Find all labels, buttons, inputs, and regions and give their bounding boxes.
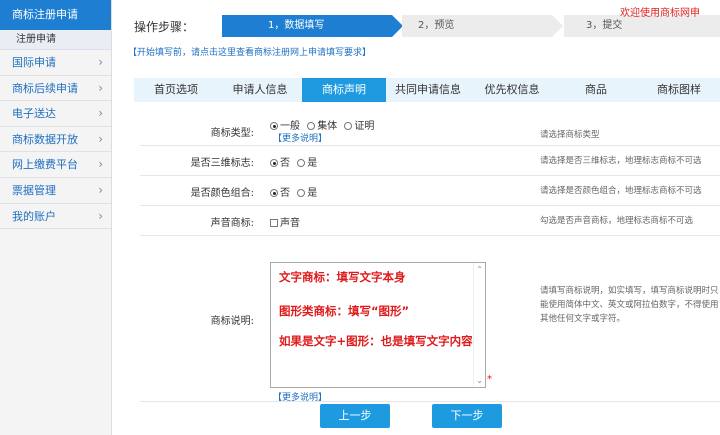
radio-selected-icon (270, 159, 278, 167)
chevron-right-icon: › (98, 55, 103, 69)
tab-joint-application[interactable]: 共同申请信息 (386, 78, 470, 102)
sidebar-item-international[interactable]: 国际申请 › (0, 50, 111, 76)
sound-label: 声音商标: (210, 218, 254, 229)
sound-hint: 勾选是否声音商标，地理标志商标不可选 (540, 216, 694, 226)
sidebar-item-label: 商标数据开放 (12, 132, 78, 146)
three-d-label: 是否三维标志: (190, 158, 254, 169)
description-more-link[interactable]: 【更多说明】 (273, 390, 327, 403)
sidebar-header[interactable]: 商标注册申请 (0, 0, 111, 30)
trademark-type-radios: 一般 集体 证明 (270, 117, 378, 132)
welcome-text: 欢迎使用商标网申 (620, 8, 700, 19)
sidebar: 商标注册申请 注册申请 国际申请 › 商标后续申请 › 电子送达 › 商标数据开… (0, 0, 112, 435)
sidebar-item-label: 我的账户 (12, 209, 56, 223)
main-panel: 操作步骤： 1，数据填写 2，预览 3，提交 欢迎使用商标网申 【开始填写前，请… (112, 0, 720, 435)
sidebar-item-label: 网上缴费平台 (12, 158, 78, 172)
radio-selected-icon (270, 189, 278, 197)
sidebar-item-label: 商标后续申请 (12, 81, 78, 95)
tab-bar: 首页选项 申请人信息 商标声明 共同申请信息 优先权信息 商品 商标图样 (134, 78, 720, 102)
textarea-scrollbar[interactable]: ⌃ ⌄ (473, 263, 485, 387)
step-data-entry: 1，数据填写 (222, 15, 403, 37)
description-line-3: 如果是文字+图形：也是填写文字内容 (279, 334, 473, 348)
sidebar-item-label: 电子送达 (12, 107, 56, 121)
color-combo-radios: 否 是 (270, 184, 321, 199)
tab-home-options[interactable]: 首页选项 (134, 78, 218, 102)
next-button[interactable]: 下一步 (432, 404, 502, 428)
sidebar-item-followup[interactable]: 商标后续申请 › (0, 76, 111, 102)
color-combo-hint: 请选择是否颜色组合，地理标志商标不可选 (540, 186, 702, 196)
tab-priority-info[interactable]: 优先权信息 (470, 78, 554, 102)
sidebar-item-label: 票据管理 (12, 183, 56, 197)
three-d-radios: 否 是 (270, 154, 321, 169)
radio-unselected-icon (297, 189, 306, 197)
more-info-link[interactable]: 【更多说明】 (273, 131, 327, 144)
sidebar-item-invoice[interactable]: 票据管理 › (0, 178, 111, 204)
radio-unselected-icon (297, 159, 306, 167)
chevron-right-icon: › (98, 131, 103, 146)
sidebar-item-account[interactable]: 我的账户 › (0, 204, 111, 230)
step-preview: 2，预览 (402, 15, 563, 37)
description-label: 商标说明: (210, 316, 254, 327)
description-line-2: 图形类商标：填写“图形” (279, 304, 410, 318)
row-trademark-type: 商标类型: 一般 集体 证明 【更多说明】 请选择商标类型 (140, 112, 720, 146)
radio-color-yes[interactable]: 是 (297, 188, 317, 199)
radio-three-d-no[interactable]: 否 (270, 158, 290, 169)
color-combo-label: 是否颜色组合: (190, 188, 254, 199)
tab-goods[interactable]: 商品 (554, 78, 638, 102)
radio-selected-icon (270, 122, 278, 130)
three-d-hint: 请选择是否三维标志，地理标志商标不可选 (540, 156, 702, 166)
tab-trademark-declaration[interactable]: 商标声明 (302, 78, 386, 102)
radio-three-d-yes[interactable]: 是 (297, 158, 317, 169)
sidebar-item-delivery[interactable]: 电子送达 › (0, 101, 111, 127)
sidebar-item-payment[interactable]: 网上缴费平台 › (0, 152, 111, 178)
chevron-right-icon: › (98, 80, 103, 95)
chevron-right-icon: › (98, 208, 103, 223)
radio-unselected-icon (307, 122, 316, 130)
chevron-right-icon: › (98, 106, 103, 121)
tab-applicant-info[interactable]: 申请人信息 (218, 78, 302, 102)
radio-color-no[interactable]: 否 (270, 188, 290, 199)
radio-unselected-icon (344, 122, 353, 130)
scroll-up-icon[interactable]: ⌃ (476, 265, 483, 274)
radio-certification[interactable]: 证明 (344, 121, 374, 132)
instructions-link[interactable]: 【开始填写前，请点击这里查看商标注册网上申请填写要求】 (128, 45, 371, 58)
checkbox-icon (270, 219, 278, 227)
description-hint: 请填写商标说明，如实填写，填写商标说明时只能使用简体中文、英文或阿拉伯数字，不得… (540, 286, 719, 324)
row-color-combo: 是否颜色组合: 否 是 请选择是否颜色组合，地理标志商标不可选 (140, 176, 720, 206)
trademark-type-label: 商标类型: (210, 128, 254, 139)
steps-label: 操作步骤： (134, 20, 195, 34)
tab-trademark-image[interactable]: 商标图样 (638, 78, 720, 102)
row-sound: 声音商标: 声音 勾选是否声音商标，地理标志商标不可选 (140, 206, 720, 236)
sidebar-item-open-data[interactable]: 商标数据开放 › (0, 127, 111, 153)
sidebar-item-label: 国际申请 (12, 56, 56, 69)
sidebar-subitem-register[interactable]: 注册申请 (0, 30, 111, 50)
trademark-type-hint: 请选择商标类型 (540, 130, 600, 140)
row-three-d: 是否三维标志: 否 是 请选择是否三维标志，地理标志商标不可选 (140, 146, 720, 176)
scroll-down-icon[interactable]: ⌄ (476, 376, 483, 385)
description-line-1: 文字商标：填写文字本身 (279, 270, 406, 284)
steps-bar: 操作步骤： 1，数据填写 2，预览 3，提交 欢迎使用商标网申 (112, 0, 720, 45)
prev-button[interactable]: 上一步 (320, 404, 390, 428)
required-mark: * (487, 374, 492, 385)
description-textarea[interactable]: 文字商标：填写文字本身 图形类商标：填写“图形” 如果是文字+图形：也是填写文字… (270, 262, 486, 388)
chevron-right-icon: › (98, 157, 103, 172)
chevron-right-icon: › (98, 182, 103, 197)
sound-checkbox[interactable]: 声音 (270, 214, 300, 229)
